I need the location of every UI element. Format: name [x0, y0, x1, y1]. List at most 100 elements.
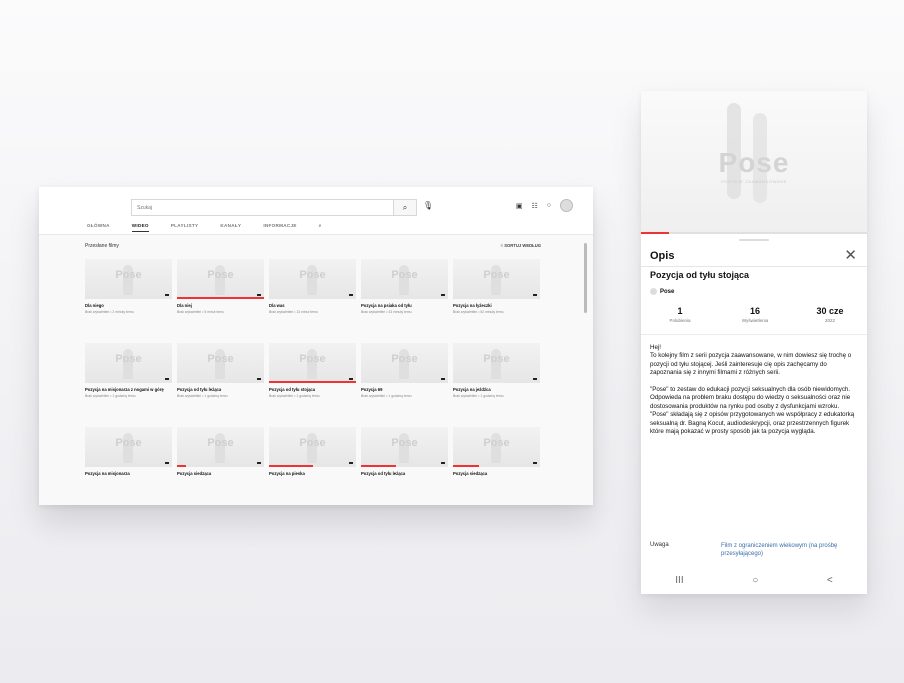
sort-button[interactable]: ≡ SORTUJ WEDŁUG: [501, 243, 541, 248]
tab-about[interactable]: INFORMACJE: [263, 223, 296, 232]
video-thumbnail[interactable]: Pose: [269, 343, 356, 383]
video-card[interactable]: Pose Dla was Brak wyświetleń • 13 minut te…: [269, 259, 356, 337]
thumbnail-logo: Pose: [483, 437, 510, 449]
duration-badge: [533, 378, 537, 380]
video-title[interactable]: Pozycja na misjonarza: [85, 471, 172, 476]
thumbnail-logo: Pose: [115, 353, 142, 365]
back-icon[interactable]: <: [827, 575, 833, 586]
video-title[interactable]: Dla niego: [85, 303, 172, 308]
duration-badge: [165, 462, 169, 464]
video-title[interactable]: Pozycja na psiaka od tyłu: [361, 303, 448, 308]
tab-search-icon[interactable]: ⌕: [319, 223, 322, 232]
video-title[interactable]: Pozycja od tyłu leżąca: [177, 387, 264, 392]
video-thumbnail[interactable]: Pose: [269, 427, 356, 467]
video-player[interactable]: Pose POZYCJE ZAAWANSOWANE: [641, 91, 867, 234]
duration-badge: [533, 462, 537, 464]
video-card[interactable]: Pose Pozycja od tyłu leżąca Brak wyświetle…: [177, 343, 264, 421]
video-card[interactable]: Pose Pozycja siedząca: [177, 427, 264, 505]
video-title[interactable]: Pozycja od tyłu stojąca: [269, 387, 356, 392]
thumbnail-logo: Pose: [115, 269, 142, 281]
video-thumbnail[interactable]: Pose: [453, 427, 540, 467]
watch-progress-bar: [177, 465, 186, 467]
video-thumbnail[interactable]: Pose: [453, 259, 540, 299]
video-meta: Brak wyświetleń • 52 minuty temu: [453, 310, 504, 315]
video-progress-bar[interactable]: [641, 232, 867, 234]
tab-videos[interactable]: WIDEO: [131, 223, 149, 232]
watch-progress-bar: [269, 465, 313, 467]
video-title[interactable]: Dla niej: [177, 303, 264, 308]
microphone-icon[interactable]: 🎙: [423, 201, 433, 210]
duration-badge: [349, 378, 353, 380]
duration-badge: [349, 462, 353, 464]
video-meta: Brak wyświetleń • 1 godzinę temu: [453, 394, 504, 399]
stat-label: 2022: [824, 318, 835, 323]
video-title[interactable]: Pozycja od tyłu leżąca: [361, 471, 448, 476]
video-card[interactable]: Pose Pozycja na jeźdźca Brak wyświetleń • …: [453, 343, 540, 421]
thumbnail-logo: Pose: [483, 353, 510, 365]
notice-value-link[interactable]: Film z ograniczeniem wiekowym (na prośbę…: [721, 542, 851, 558]
avatar[interactable]: [560, 199, 573, 212]
video-title[interactable]: Pozycja na misjonarza z nogami w górę: [85, 387, 172, 392]
video-title[interactable]: Pozycja na jeźdźca: [453, 387, 540, 392]
video-thumbnail[interactable]: Pose: [453, 343, 540, 383]
video-card[interactable]: Pose Pozycja na psiaka od tyłu Brak wyświe…: [361, 259, 448, 337]
apps-grid-icon[interactable]: ☷: [531, 202, 537, 210]
video-subtitle: POZYCJE ZAAWANSOWANE: [720, 179, 787, 184]
video-card[interactable]: Pose Pozycja na misjonarza z nogami w gór…: [85, 343, 172, 421]
close-icon[interactable]: ✕: [844, 246, 857, 264]
channel-link[interactable]: Pose: [650, 288, 674, 295]
bell-icon[interactable]: ○: [547, 202, 551, 209]
recent-apps-icon[interactable]: III: [675, 575, 683, 586]
video-thumbnail[interactable]: Pose: [361, 343, 448, 383]
video-card[interactable]: Pose Pozycja siedząca: [453, 427, 540, 505]
tab-home[interactable]: GŁÓWNA: [87, 223, 110, 232]
video-title[interactable]: Pozycja siedząca: [453, 471, 540, 476]
video-thumbnail[interactable]: Pose: [177, 259, 264, 299]
video-card[interactable]: Pose Pozycja na pieska: [269, 427, 356, 505]
notice-label: Uwaga: [650, 542, 669, 548]
video-thumbnail[interactable]: Pose: [177, 343, 264, 383]
tab-channels[interactable]: KANAŁY: [220, 223, 241, 232]
video-card[interactable]: Pose Pozycja od tyłu stojąca Brak wyświetl…: [269, 343, 356, 421]
stat-date: 30 cze 2022: [800, 306, 860, 323]
video-card[interactable]: Pose Dla niego Brak wyświetleń • 2 minuty …: [85, 259, 172, 337]
duration-badge: [349, 294, 353, 296]
search-button[interactable]: ⌕: [393, 199, 417, 216]
video-title[interactable]: Pozycja na łyżeczki: [453, 303, 540, 308]
video-card[interactable]: Pose Pozycja na łyżeczki Brak wyświetleń •…: [453, 259, 540, 337]
thumbnail-logo: Pose: [299, 437, 326, 449]
video-thumbnail[interactable]: Pose: [85, 427, 172, 467]
video-meta: Brak wyświetleń • 5 minut temu: [177, 310, 224, 315]
videos-content: Przesłane filmy ≡ SORTUJ WEDŁUG Pose Dla …: [39, 235, 593, 505]
search-input[interactable]: Szukaj: [131, 199, 395, 216]
video-card[interactable]: Pose Pozycja 69 Brak wyświetleń • 1 godzin…: [361, 343, 448, 421]
video-title[interactable]: Dla was: [269, 303, 356, 308]
video-card[interactable]: Pose Pozycja na misjonarza: [85, 427, 172, 505]
tab-playlists[interactable]: PLAYLISTY: [171, 223, 199, 232]
drag-handle[interactable]: [739, 239, 769, 241]
video-grid: Pose Dla niego Brak wyświetleń • 2 minuty …: [85, 259, 541, 505]
divider: [641, 334, 867, 335]
video-card[interactable]: Pose Dla niej Brak wyświetleń • 5 minut te…: [177, 259, 264, 337]
video-thumbnail[interactable]: Pose: [269, 259, 356, 299]
video-meta: Brak wyświetleń • 1 godzinę temu: [269, 394, 320, 399]
stat-value: 16: [749, 306, 760, 316]
video-thumbnail[interactable]: Pose: [361, 427, 448, 467]
video-title[interactable]: Pozycja 69: [361, 387, 448, 392]
video-thumbnail[interactable]: Pose: [85, 343, 172, 383]
scrollbar[interactable]: [584, 243, 587, 313]
video-thumbnail[interactable]: Pose: [177, 427, 264, 467]
video-thumbnail[interactable]: Pose: [361, 259, 448, 299]
video-title[interactable]: Pozycja siedząca: [177, 471, 264, 476]
create-video-icon[interactable]: ▣: [516, 202, 523, 210]
search-icon: ⌕: [402, 203, 408, 212]
thumbnail-logo: Pose: [207, 353, 234, 365]
duration-badge: [533, 294, 537, 296]
home-icon[interactable]: ○: [752, 575, 758, 586]
video-card[interactable]: Pose Pozycja od tyłu leżąca: [361, 427, 448, 505]
phone-screen: Pose POZYCJE ZAAWANSOWANE Opis ✕ Pozycja…: [641, 91, 867, 594]
video-thumbnail[interactable]: Pose: [85, 259, 172, 299]
video-title[interactable]: Pozycja na pieska: [269, 471, 356, 476]
stat-value: 1: [677, 306, 683, 316]
stat-views: 16 Wyświetlenia: [725, 306, 785, 323]
